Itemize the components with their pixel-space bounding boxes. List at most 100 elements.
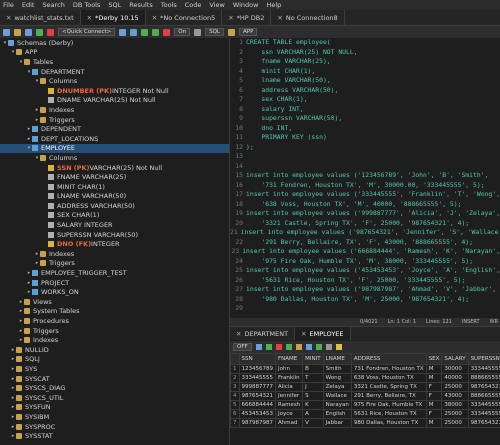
column-header[interactable]: LNAME <box>322 353 352 365</box>
column-header[interactable]: SUPERSSN <box>467 353 500 365</box>
table-cell[interactable]: F <box>425 391 443 401</box>
table-cell[interactable]: 999887777 <box>238 382 276 392</box>
stop-icon[interactable] <box>163 28 171 36</box>
tree-node[interactable]: ▸ SYSFUN <box>0 403 229 413</box>
tree-node[interactable]: ▾ APP <box>0 48 229 58</box>
menu-item-tools[interactable]: Tools <box>161 1 177 9</box>
table-cell[interactable]: 888665555 <box>467 373 500 383</box>
table-cell[interactable]: 25000 <box>441 382 469 392</box>
table-cell[interactable]: Ahmad <box>274 418 304 428</box>
table-cell[interactable]: 291 Berry, Bellaire, TX <box>350 391 427 401</box>
table-cell[interactable]: M <box>425 418 443 428</box>
table-cell[interactable]: 987654321 <box>467 418 500 428</box>
tree-node[interactable]: ADDRESS VARCHAR(50) <box>0 201 229 211</box>
tree-node[interactable]: ▸ Indexes <box>0 249 229 259</box>
chart-icon[interactable] <box>325 344 332 350</box>
tree-node[interactable]: ▸ SYSCS_DIAG <box>0 383 229 393</box>
new-file-icon[interactable] <box>3 28 10 36</box>
table-row[interactable]: 6 453453453 Joyce A English 5631 Rice, Housto… <box>230 409 500 419</box>
tree-node[interactable]: DNUMBER (PK) INTEGER Not Null <box>0 86 229 96</box>
table-cell[interactable]: A <box>302 409 324 419</box>
table-cell[interactable]: 987987987 <box>238 418 276 428</box>
tree-node[interactable]: ▾ Tables <box>0 57 229 67</box>
table-cell[interactable]: 3321 Castle, Spring TX <box>350 382 427 392</box>
column-header[interactable]: SSN <box>238 353 276 365</box>
refresh-icon[interactable] <box>141 28 149 36</box>
tree-node[interactable]: ▸ Indexes <box>0 105 229 115</box>
autocommit-select[interactable]: On <box>174 28 191 36</box>
sql-editor[interactable]: 1 CREATE TABLE employee(2 ssn VARCHAR(25)… <box>230 38 500 323</box>
table-cell[interactable]: 5631 Rice, Houston TX <box>350 409 427 419</box>
tree-node[interactable]: ▸ EMPLOYEE_TRIGGER_TEST <box>0 268 229 278</box>
table-cell[interactable]: Smith <box>322 364 352 374</box>
tree-node[interactable]: ▾ Columns <box>0 153 229 163</box>
table-cell[interactable]: 980 Dallas, Houston TX <box>350 418 427 428</box>
tree-node[interactable]: SEX CHAR(1) <box>0 211 229 221</box>
table-icon[interactable] <box>130 28 138 36</box>
tree-node[interactable]: MINIT CHAR(1) <box>0 182 229 192</box>
table-row[interactable]: 1 123456789 John B Smith 731 Fondren, Houston… <box>230 364 500 374</box>
execute-icon[interactable] <box>152 28 160 36</box>
table-row[interactable]: 5 666884444 Ramesh K Narayan 975 Fire Oak, Hu… <box>230 400 500 410</box>
tree-node[interactable]: ▸ SYSIBM <box>0 412 229 422</box>
disconnect-icon[interactable] <box>47 28 54 36</box>
table-cell[interactable]: 40000 <box>441 373 469 383</box>
tree-node[interactable]: ▸ System Tables <box>0 307 229 317</box>
table-cell[interactable]: B <box>302 364 324 374</box>
tree-node[interactable]: ▸ SQLJ <box>0 355 229 365</box>
table-cell[interactable]: 666884444 <box>238 400 276 410</box>
tree-node[interactable]: DNO (FK) INTEGER <box>0 239 229 249</box>
table-cell[interactable]: 25000 <box>441 409 469 419</box>
column-header[interactable]: SALARY <box>441 353 469 365</box>
menu-item-code[interactable]: Code <box>185 1 202 9</box>
tree-node[interactable]: ▸ Triggers <box>0 115 229 125</box>
table-cell[interactable]: 638 Voss, Houston TX <box>350 373 427 383</box>
menu-item-file[interactable]: File <box>3 1 14 9</box>
export-icon[interactable] <box>305 344 312 350</box>
table-cell[interactable]: 453453453 <box>238 409 276 419</box>
add-row-icon[interactable] <box>265 344 272 350</box>
tree-node[interactable]: ▾ Columns <box>0 76 229 86</box>
format-icon[interactable] <box>194 28 202 36</box>
menu-item-sql[interactable]: SQL <box>108 1 121 9</box>
table-cell[interactable]: 333445555 <box>467 400 500 410</box>
results-grid[interactable]: SSN FNAME MINIT LNAME ADDRESS SEX SALARY SUPERS… <box>230 353 500 445</box>
file-tab[interactable]: ✕ No Connection8 <box>271 10 345 25</box>
tree-node[interactable]: LNAME VARCHAR(50) <box>0 192 229 202</box>
table-cell[interactable]: T <box>302 373 324 383</box>
table-cell[interactable]: 975 Fire Oak, Humble TX <box>350 400 427 410</box>
edit-icon[interactable] <box>335 344 342 350</box>
table-cell[interactable]: English <box>322 409 352 419</box>
tree-node[interactable]: ▾ EMPLOYEE <box>0 143 229 154</box>
tree-node[interactable]: ▸ SYSSTAT <box>0 431 229 441</box>
table-cell[interactable]: J <box>302 382 324 392</box>
menu-item-results[interactable]: Results <box>129 1 152 9</box>
delete-row-icon[interactable] <box>275 344 282 350</box>
table-cell[interactable]: Joyce <box>274 409 304 419</box>
file-tab[interactable]: ✕ *Derby 10.15 <box>80 10 146 25</box>
table-cell[interactable]: 333445555 <box>467 364 500 374</box>
menu-item-edit[interactable]: Edit <box>22 1 35 9</box>
table-cell[interactable]: S <box>302 391 324 401</box>
db-icon[interactable] <box>119 28 127 36</box>
table-cell[interactable]: 888665555 <box>467 391 500 401</box>
close-icon[interactable]: ✕ <box>301 330 306 338</box>
table-cell[interactable]: Narayan <box>322 400 352 410</box>
table-row[interactable]: 2 333445555 Franklin T Wong 638 Voss, Houston… <box>230 373 500 383</box>
schema-select[interactable]: APP <box>238 28 258 36</box>
save-icon[interactable] <box>25 28 32 36</box>
sql-select[interactable]: SQL <box>205 28 224 36</box>
table-cell[interactable]: Jennifer <box>274 391 304 401</box>
table-cell[interactable]: 333445555 <box>238 373 276 383</box>
tree-node[interactable]: ▸ WORKS_ON <box>0 287 229 297</box>
table-cell[interactable]: 38000 <box>441 400 469 410</box>
tree-node[interactable]: ▾ Schemas (Derby) <box>0 38 229 48</box>
column-header[interactable]: ADDRESS <box>350 353 427 365</box>
table-cell[interactable]: Wong <box>322 373 352 383</box>
tree-node[interactable]: SSN (PK) VARCHAR(25) Not Null <box>0 163 229 173</box>
table-cell[interactable]: Franklin <box>274 373 304 383</box>
table-row[interactable]: 7 987987987 Ahmad V Jabbar 980 Dallas, Housto… <box>230 418 500 428</box>
tree-node[interactable]: SALARY INTEGER <box>0 220 229 230</box>
tree-node[interactable]: ▸ Indexes <box>0 335 229 345</box>
file-tab[interactable]: ✕ *No Connection5 <box>146 10 223 25</box>
